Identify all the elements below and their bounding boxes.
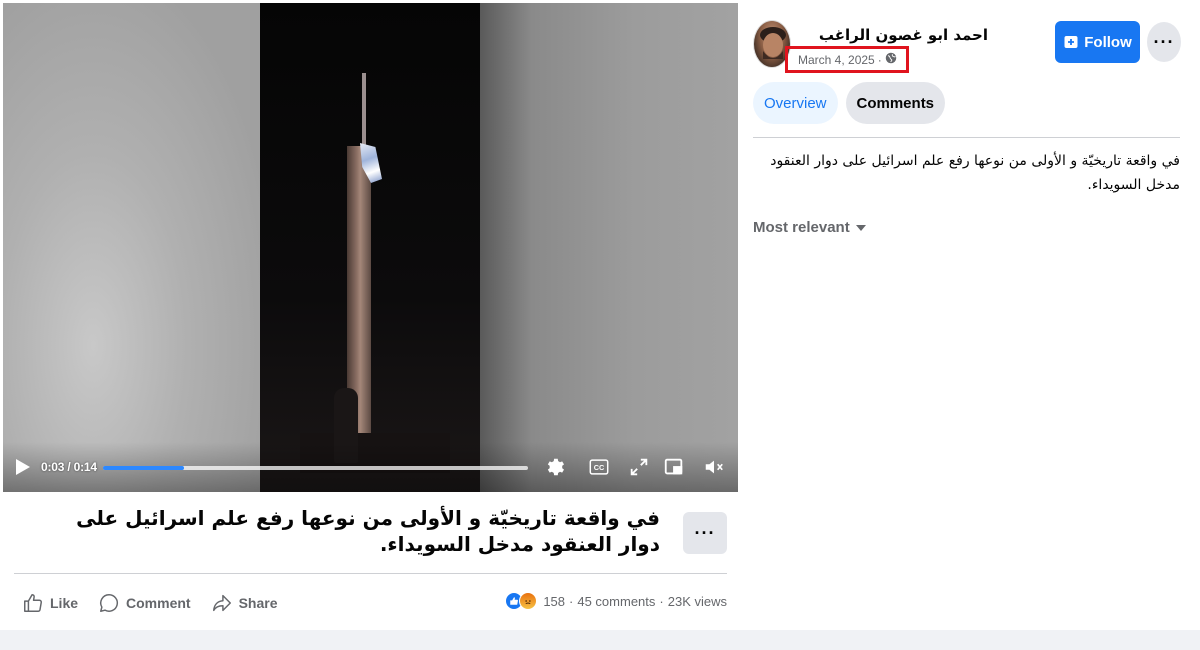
- fullscreen-icon: [630, 458, 648, 476]
- comments-count[interactable]: 45 comments: [577, 594, 655, 609]
- panel-tabs: Overview Comments: [753, 82, 946, 124]
- video-progress-bar[interactable]: [103, 466, 528, 470]
- comment-button[interactable]: Comment: [98, 589, 191, 617]
- actions-divider: [14, 573, 727, 574]
- svg-text:CC: CC: [594, 463, 605, 472]
- caret-down-icon: [855, 224, 866, 231]
- angry-reaction-icon: [519, 592, 538, 610]
- tab-overview[interactable]: Overview: [753, 82, 838, 124]
- post-actions: Like Comment Share: [22, 589, 298, 617]
- fullscreen-button[interactable]: [628, 456, 650, 478]
- date-separator: ·: [877, 52, 882, 67]
- settings-button[interactable]: [543, 456, 565, 478]
- post-caption: في واقعة تاريخيّة و الأولى من نوعها رفع …: [76, 506, 660, 556]
- reaction-count[interactable]: 158: [543, 594, 565, 609]
- pip-button[interactable]: [663, 456, 685, 478]
- play-button[interactable]: [15, 458, 31, 476]
- panel-more-button[interactable]: ···: [1147, 22, 1181, 62]
- stats-separator: ·: [569, 593, 574, 609]
- post-more-button[interactable]: ···: [683, 512, 727, 554]
- follow-button[interactable]: Follow: [1055, 21, 1140, 63]
- page-footer-background: [0, 630, 1200, 650]
- author-name[interactable]: احمد ابو غصون الراغب: [819, 26, 988, 44]
- panel-divider: [753, 137, 1180, 138]
- play-icon: [16, 459, 30, 475]
- video-player[interactable]: 0:03 / 0:14 CC: [3, 3, 738, 492]
- post-date[interactable]: March 4, 2025 ·: [798, 52, 897, 67]
- follow-label: Follow: [1084, 33, 1132, 51]
- video-progress-fill: [103, 466, 184, 470]
- post-stats: 158 · 45 comments · 23K views: [505, 592, 727, 610]
- post-side-panel: احمد ابو غصون الراغب March 4, 2025 · Fol…: [740, 0, 1200, 630]
- captions-icon: CC: [589, 459, 609, 475]
- video-blur-right: [480, 3, 738, 492]
- more-icon: ···: [694, 523, 716, 543]
- tab-comments[interactable]: Comments: [845, 82, 946, 124]
- captions-button[interactable]: CC: [588, 456, 610, 478]
- video-blur-left: [3, 3, 260, 492]
- sort-label: Most relevant: [753, 219, 850, 236]
- like-icon: [24, 594, 42, 612]
- stats-separator: ·: [659, 593, 664, 609]
- comments-sort-dropdown[interactable]: Most relevant: [753, 219, 866, 236]
- comment-icon: [100, 594, 119, 612]
- share-icon: [212, 594, 231, 612]
- video-frame: [260, 3, 480, 492]
- share-button[interactable]: Share: [211, 589, 278, 617]
- mute-icon: [705, 460, 723, 474]
- follow-icon: [1064, 36, 1078, 48]
- like-button[interactable]: Like: [22, 589, 78, 617]
- video-controls: 0:03 / 0:14 CC: [3, 442, 738, 492]
- pip-icon: [664, 458, 683, 475]
- globe-icon: [885, 52, 897, 67]
- panel-post-text: في واقعة تاريخيّة و الأولى من نوعها رفع …: [770, 153, 1180, 193]
- mute-button[interactable]: [703, 456, 725, 478]
- reaction-icons[interactable]: [505, 592, 538, 610]
- like-label: Like: [50, 595, 79, 611]
- comment-label: Comment: [126, 595, 191, 611]
- flagpole: [362, 73, 366, 153]
- post-caption-row: في واقعة تاريخيّة و الأولى من نوعها رفع …: [14, 505, 727, 565]
- more-icon: ···: [1153, 32, 1175, 52]
- share-label: Share: [238, 595, 278, 611]
- views-count: 23K views: [667, 593, 727, 609]
- video-time: 0:03 / 0:14: [41, 460, 97, 474]
- settings-icon: [547, 458, 564, 476]
- post-date-text: March 4, 2025: [798, 52, 875, 67]
